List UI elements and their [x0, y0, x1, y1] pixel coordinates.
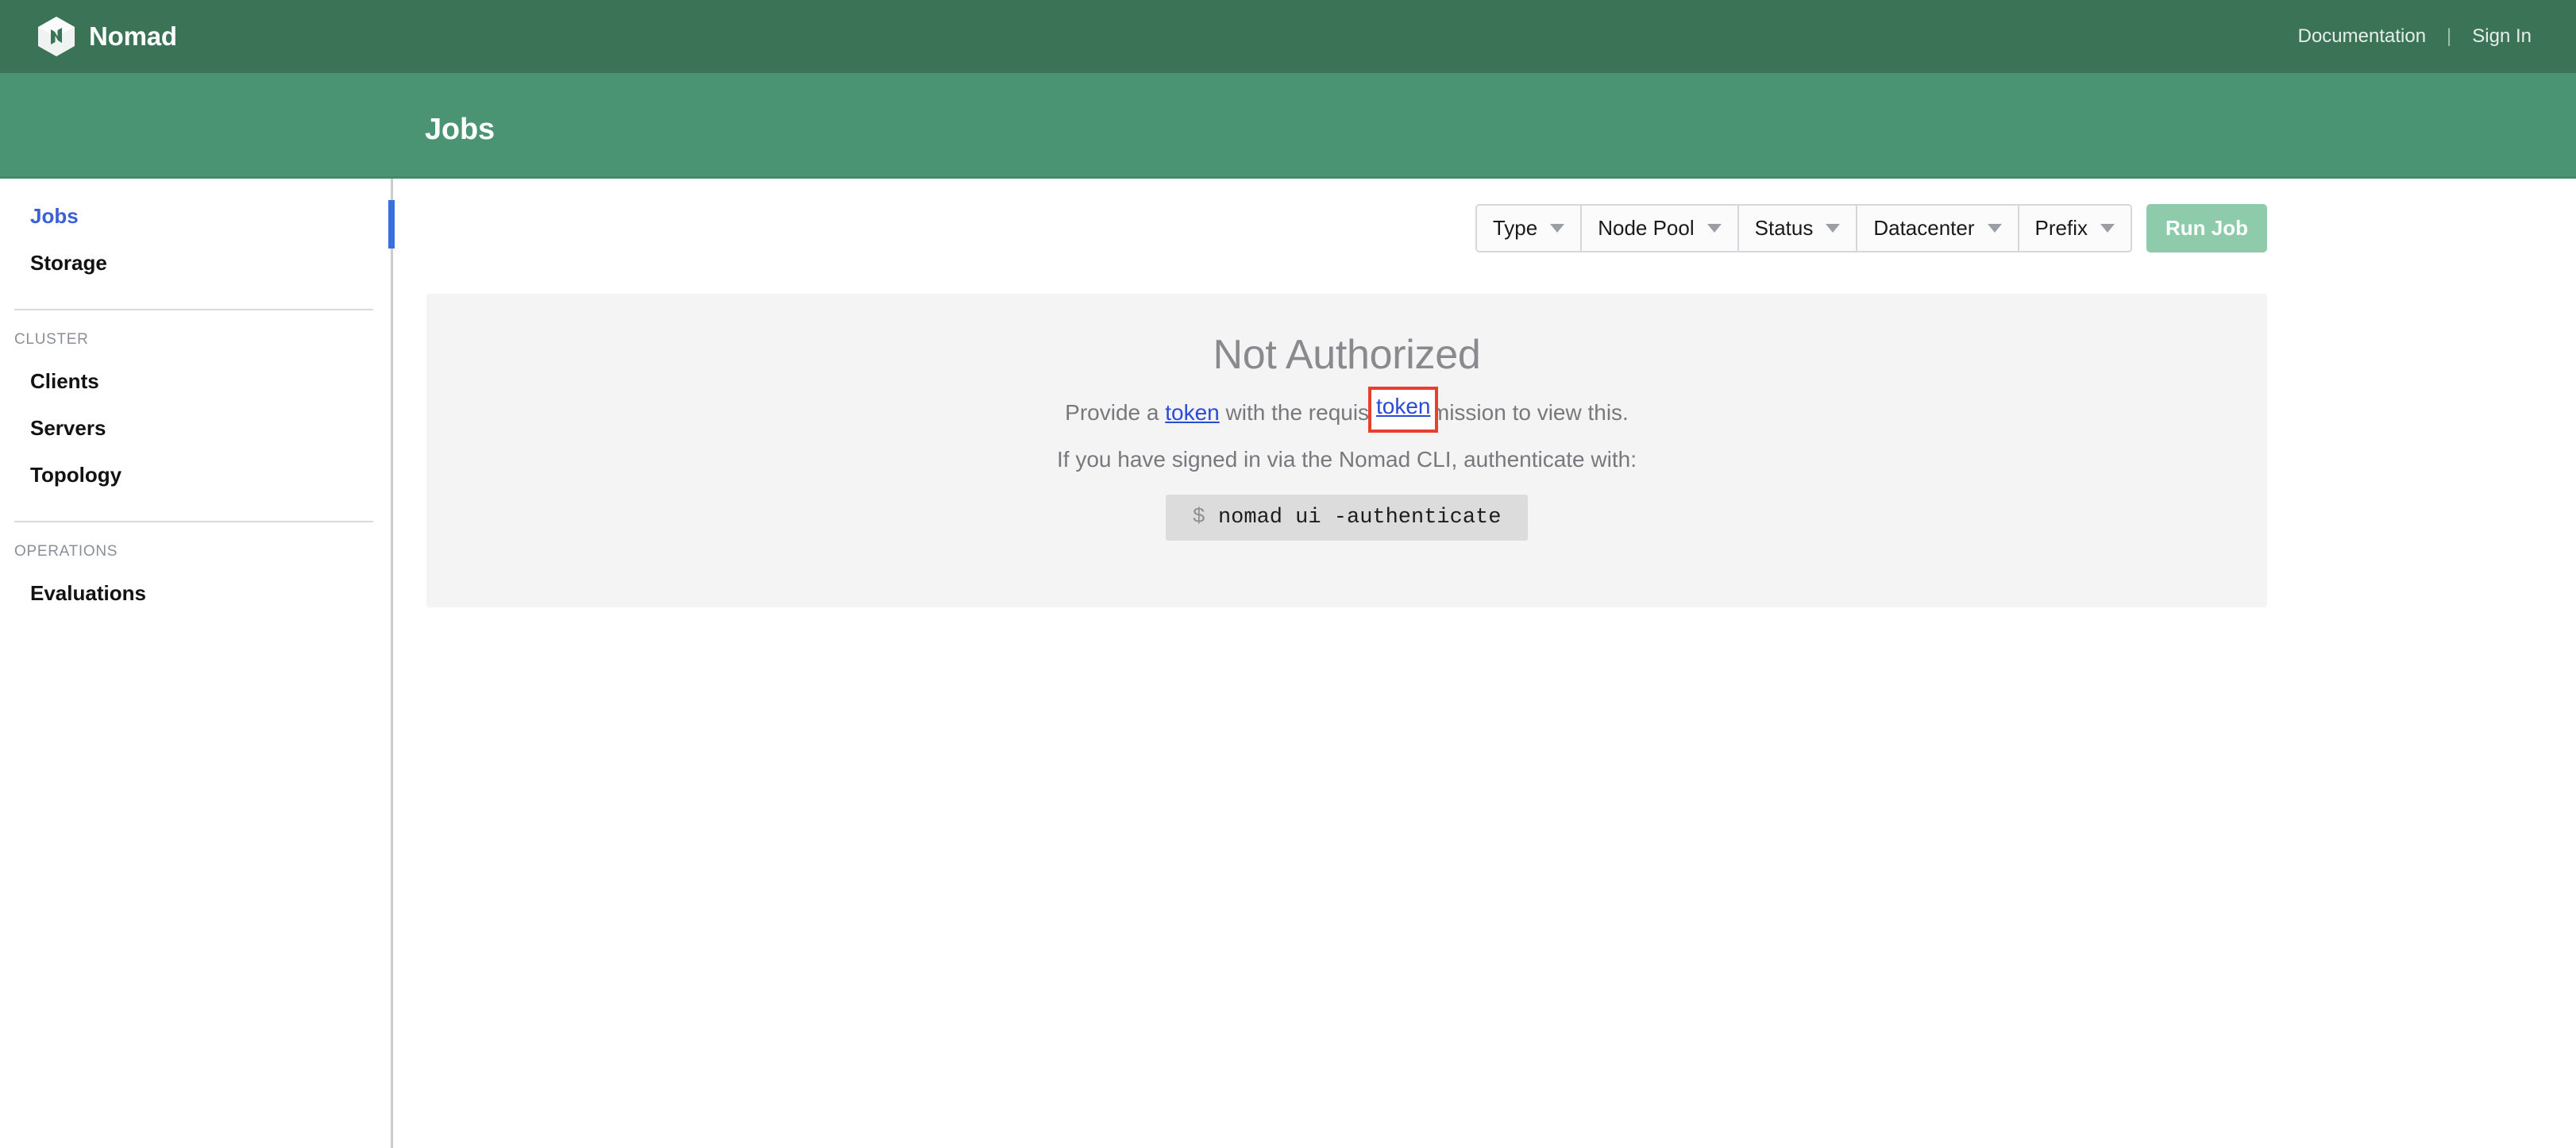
topnav-separator: | [2447, 25, 2451, 48]
cli-instruction-text: If you have signed in via the Nomad CLI,… [426, 426, 2267, 472]
documentation-link[interactable]: Documentation [2298, 25, 2426, 48]
sidebar-group-label-cluster: CLUSTER [0, 310, 391, 358]
filter-node-pool-label: Node Pool [1598, 216, 1694, 241]
jobs-toolbar: Type Node Pool Status Datacenter Prefix … [1475, 204, 2267, 252]
not-authorized-panel: Not Authorized Provide a token with the … [426, 294, 2267, 607]
brand-home-link[interactable]: Nomad [38, 17, 177, 56]
run-job-button[interactable]: Run Job [2146, 204, 2267, 252]
chevron-down-icon [1826, 224, 1840, 233]
not-authorized-title: Not Authorized [426, 294, 2267, 379]
sign-in-link[interactable]: Sign In [2472, 25, 2532, 48]
sidebar-item-servers[interactable]: Servers [0, 405, 391, 452]
filter-button-group: Type Node Pool Status Datacenter Prefix [1475, 204, 2132, 252]
filter-type-dropdown[interactable]: Type [1477, 206, 1582, 251]
filter-status-label: Status [1755, 216, 1814, 241]
sidebar-item-clients[interactable]: Clients [0, 358, 391, 405]
token-link[interactable]: token [1165, 400, 1220, 425]
brand-name: Nomad [89, 21, 177, 52]
sidebar-item-evaluations[interactable]: Evaluations [0, 570, 391, 617]
nomad-hexagon-logo-icon [38, 17, 75, 56]
filter-type-label: Type [1493, 216, 1537, 241]
description-text-before: Provide a [1065, 400, 1159, 425]
chevron-down-icon [1988, 224, 2002, 233]
cli-command-codeblock: $ nomad ui -authenticate [1166, 495, 1529, 541]
cli-command-text: nomad ui -authenticate [1218, 506, 1501, 530]
top-navigation-right-group: Documentation | Sign In [2298, 25, 2532, 48]
sidebar-item-jobs[interactable]: Jobs [0, 193, 391, 240]
page-title: Jobs [425, 113, 495, 147]
sidebar-group-label-operations: OPERATIONS [0, 522, 391, 570]
filter-node-pool-dropdown[interactable]: Node Pool [1582, 206, 1738, 251]
chevron-down-icon [1707, 224, 1722, 233]
chevron-down-icon [1550, 224, 1564, 233]
page-header-bar: Jobs [0, 73, 2576, 179]
not-authorized-description: Provide a token with the requisite permi… [426, 379, 2267, 426]
chevron-down-icon [2100, 224, 2115, 233]
filter-prefix-dropdown[interactable]: Prefix [2019, 206, 2131, 251]
sidebar-item-storage[interactable]: Storage [0, 240, 391, 287]
filter-datacenter-label: Datacenter [1873, 216, 1974, 241]
token-link-highlighted[interactable]: token [1376, 394, 1431, 419]
shell-prompt-symbol: $ [1193, 506, 1205, 530]
main-content: Type Node Pool Status Datacenter Prefix … [395, 179, 2576, 1148]
filter-status-dropdown[interactable]: Status [1739, 206, 1858, 251]
filter-datacenter-dropdown[interactable]: Datacenter [1857, 206, 2019, 251]
sidebar-item-topology[interactable]: Topology [0, 452, 391, 499]
top-navigation-bar: Nomad Documentation | Sign In [0, 0, 2576, 73]
filter-prefix-label: Prefix [2035, 216, 2088, 241]
sidebar-focus-indicator [388, 200, 395, 248]
sidebar: Jobs Storage CLUSTER Clients Servers Top… [0, 179, 393, 1148]
